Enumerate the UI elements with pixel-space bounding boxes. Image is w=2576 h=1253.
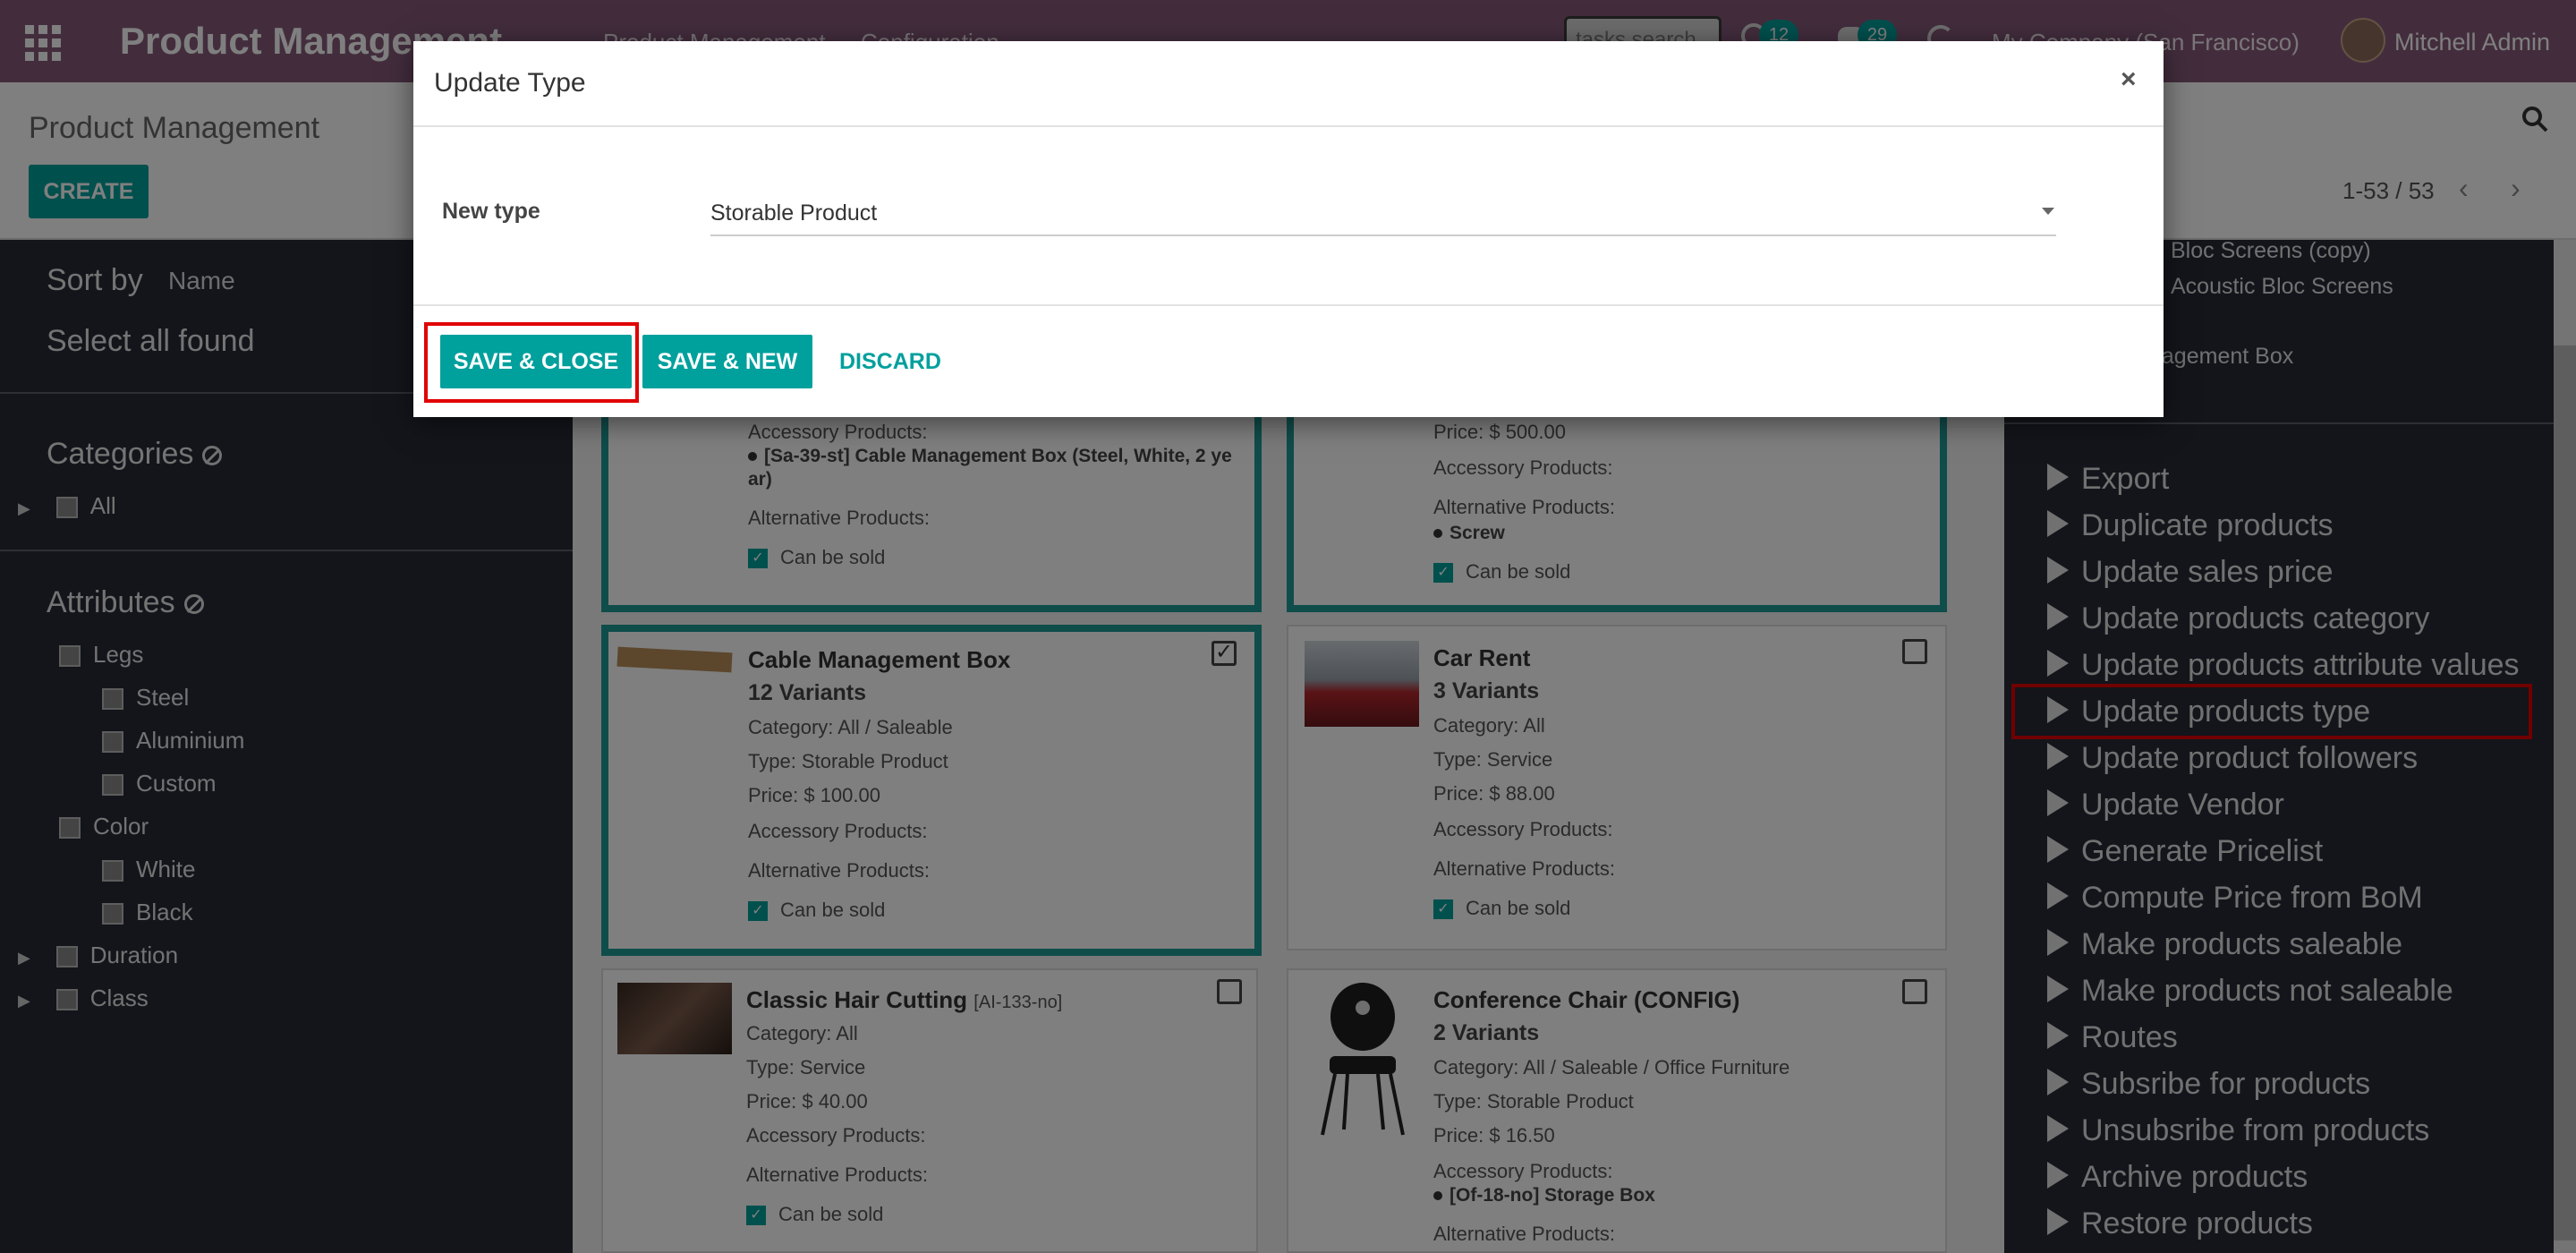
save-new-button[interactable]: SAVE & NEW bbox=[642, 335, 812, 388]
new-type-label: New type bbox=[442, 199, 540, 224]
divider bbox=[413, 304, 2164, 306]
divider bbox=[413, 125, 2164, 127]
highlight-box bbox=[424, 322, 639, 403]
chevron-down-icon[interactable] bbox=[2042, 208, 2054, 215]
new-type-select[interactable]: Storable Product bbox=[710, 197, 2056, 236]
dialog-title: Update Type bbox=[434, 68, 586, 98]
close-icon[interactable]: × bbox=[2121, 64, 2137, 95]
discard-button[interactable]: DISCARD bbox=[839, 349, 941, 375]
